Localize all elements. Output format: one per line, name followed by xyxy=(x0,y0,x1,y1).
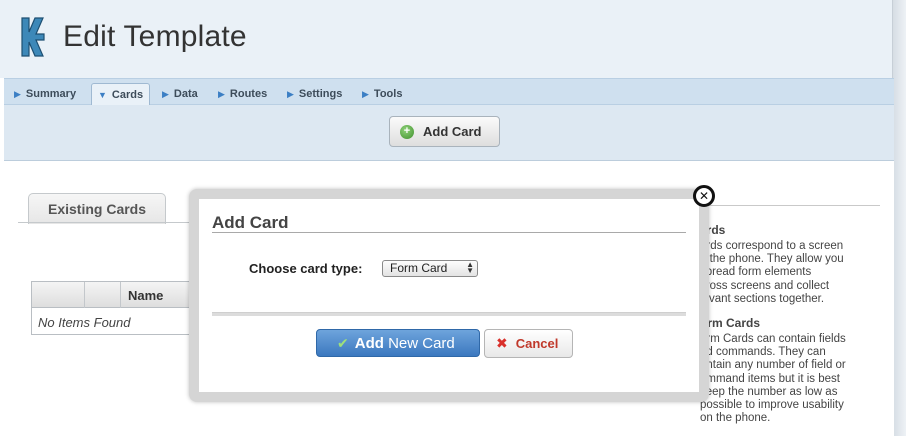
cards-table: Name No Items Found xyxy=(31,281,191,335)
help-line: ontain any number of field or xyxy=(700,359,846,372)
help-line: spread form elements xyxy=(700,266,812,279)
window-edge xyxy=(892,0,906,436)
tab-label: Data xyxy=(173,88,198,100)
tab-data[interactable]: ▶ Data xyxy=(162,83,198,105)
column-header-name[interactable]: Name xyxy=(128,288,163,303)
triangle-right-icon: ▶ xyxy=(218,88,225,99)
tab-bar: ▶ Summary ▼ Cards ▶ Data ▶ Routes ▶ Sett… xyxy=(4,78,894,105)
add-card-label: Add Card xyxy=(423,124,482,139)
help-line: orm Cards can contain fields xyxy=(700,333,846,345)
cancel-button[interactable]: ✖ Cancel xyxy=(484,329,573,358)
tab-cards[interactable]: ▼ Cards xyxy=(91,83,151,105)
dialog-title-divider xyxy=(212,232,686,233)
help-line: keep the number as low as xyxy=(700,385,838,398)
triangle-right-icon: ▶ xyxy=(162,88,169,99)
select-arrows-icon: ▲ ▼ xyxy=(466,260,474,275)
empty-message: No Items Found xyxy=(38,315,131,330)
add-button-label: Add New Card xyxy=(355,335,455,352)
triangle-right-icon: ▶ xyxy=(362,88,369,99)
checkmark-icon: ✔ xyxy=(337,334,349,351)
help-line: possible to improve usability xyxy=(700,399,844,412)
help-line: nd commands. They can xyxy=(700,346,826,359)
cancel-label: Cancel xyxy=(515,336,559,351)
cards-toolbar: + Add Card xyxy=(4,105,894,161)
help-line: levant sections together. xyxy=(700,292,825,305)
add-card-button[interactable]: + Add Card xyxy=(389,116,500,147)
close-circle-icon: ✕ xyxy=(698,189,710,203)
help-section-text: ards correspond to a screen n the phone.… xyxy=(700,240,876,306)
tab-label: Tools xyxy=(373,88,403,100)
dialog-title: Add Card xyxy=(212,213,289,232)
plus-circle-icon: + xyxy=(400,124,414,139)
triangle-right-icon: ▶ xyxy=(14,88,21,99)
tab-label: Cards xyxy=(111,88,144,101)
column-header-select[interactable] xyxy=(32,282,85,308)
help-line: ommand items but it is best xyxy=(700,372,840,385)
card-type-label: Choose card type: xyxy=(249,261,363,276)
column-header-icon[interactable] xyxy=(85,282,121,308)
card-type-value: Form Card xyxy=(390,261,448,275)
tab-existing-cards[interactable]: Existing Cards xyxy=(28,193,166,224)
tab-label: Routes xyxy=(229,88,268,100)
help-divider xyxy=(700,205,880,206)
add-button-bold: Add xyxy=(354,334,384,352)
triangle-right-icon: ▶ xyxy=(287,88,294,99)
help-line: n the phone. They allow you xyxy=(700,253,844,266)
add-card-dialog: Add Card Choose card type: Form Card ▲ ▼ … xyxy=(199,199,699,392)
help-line: ards correspond to a screen xyxy=(700,240,844,252)
page-title: Edit Template xyxy=(63,20,247,53)
cancel-x-icon: ✖ xyxy=(496,335,508,351)
stylized-k-logo-icon xyxy=(21,17,45,57)
help-section-text: orm Cards can contain fields nd commands… xyxy=(700,333,876,425)
add-new-card-button[interactable]: ✔ Add New Card xyxy=(316,329,480,357)
table-header: Name xyxy=(32,282,190,308)
tab-tools[interactable]: ▶ Tools xyxy=(362,83,402,105)
tab-settings[interactable]: ▶ Settings xyxy=(287,83,342,105)
help-line: on the phone. xyxy=(700,412,771,425)
tab-label: Settings xyxy=(298,88,343,100)
help-line: cross screens and collect xyxy=(700,279,830,292)
tab-label: Summary xyxy=(25,88,77,100)
triangle-down-icon: ▼ xyxy=(98,89,107,100)
tab-summary[interactable]: ▶ Summary xyxy=(14,83,76,105)
tab-underline xyxy=(18,222,190,223)
tab-routes[interactable]: ▶ Routes xyxy=(218,83,267,105)
help-section-title: orm Cards xyxy=(700,316,761,330)
add-button-rest: New Card xyxy=(388,334,455,352)
close-dialog-button[interactable]: ✕ xyxy=(693,185,715,207)
app-header: Edit Template xyxy=(0,0,906,78)
card-type-select[interactable]: Form Card ▲ ▼ xyxy=(382,260,478,277)
dialog-divider xyxy=(212,312,686,316)
